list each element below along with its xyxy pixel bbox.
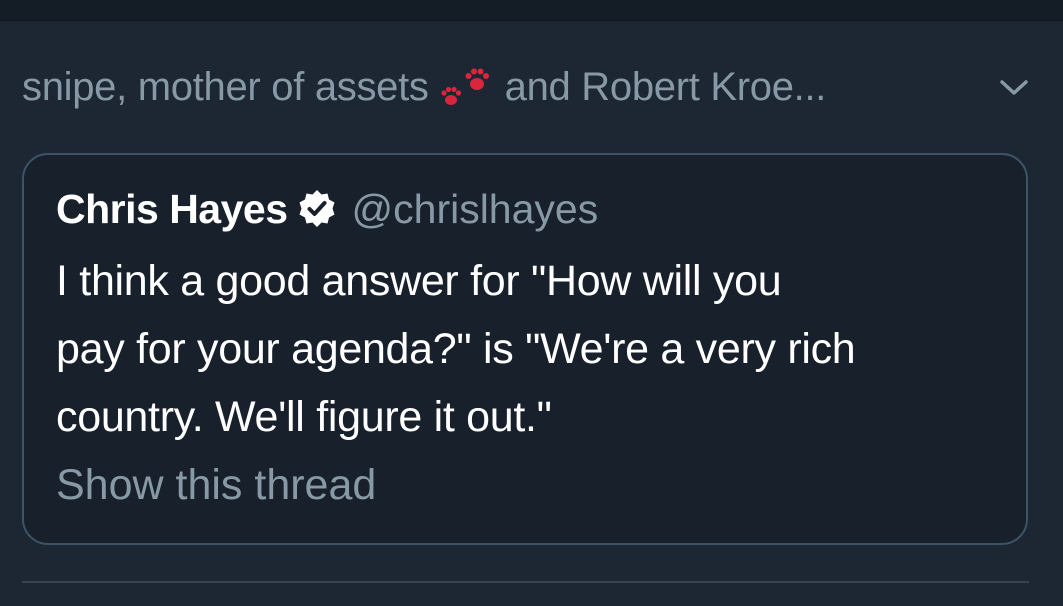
tweet-text-line: pay for your agenda?" is "We're a very r…: [56, 325, 856, 373]
quoted-tweet-text: I think a good answer for "How will you …: [56, 247, 1006, 451]
quoted-tweet-header: Chris Hayes @chrislhayes: [56, 183, 598, 235]
paw-prints-icon: [439, 64, 493, 110]
chevron-down-icon[interactable]: [996, 72, 1032, 104]
quoted-tweet-card[interactable]: Chris Hayes @chrislhayes I think a good …: [22, 153, 1028, 545]
social-context-text-before: snipe, mother of assets: [22, 64, 429, 109]
author-handle: @chrislhayes: [351, 185, 599, 232]
social-context-text-after: and Robert Kroe...: [504, 64, 827, 109]
verified-badge-icon: [296, 188, 338, 230]
show-thread-link[interactable]: Show this thread: [56, 457, 376, 513]
tweet-text-line: I think a good answer for "How will you: [56, 257, 782, 305]
author-name: Chris Hayes: [56, 185, 288, 232]
top-status-strip: [0, 0, 1063, 21]
social-context[interactable]: snipe, mother of assets and Robert Kroe.…: [22, 62, 982, 112]
tweet-text-line: country. We'll figure it out.": [56, 393, 552, 441]
divider: [22, 581, 1029, 583]
